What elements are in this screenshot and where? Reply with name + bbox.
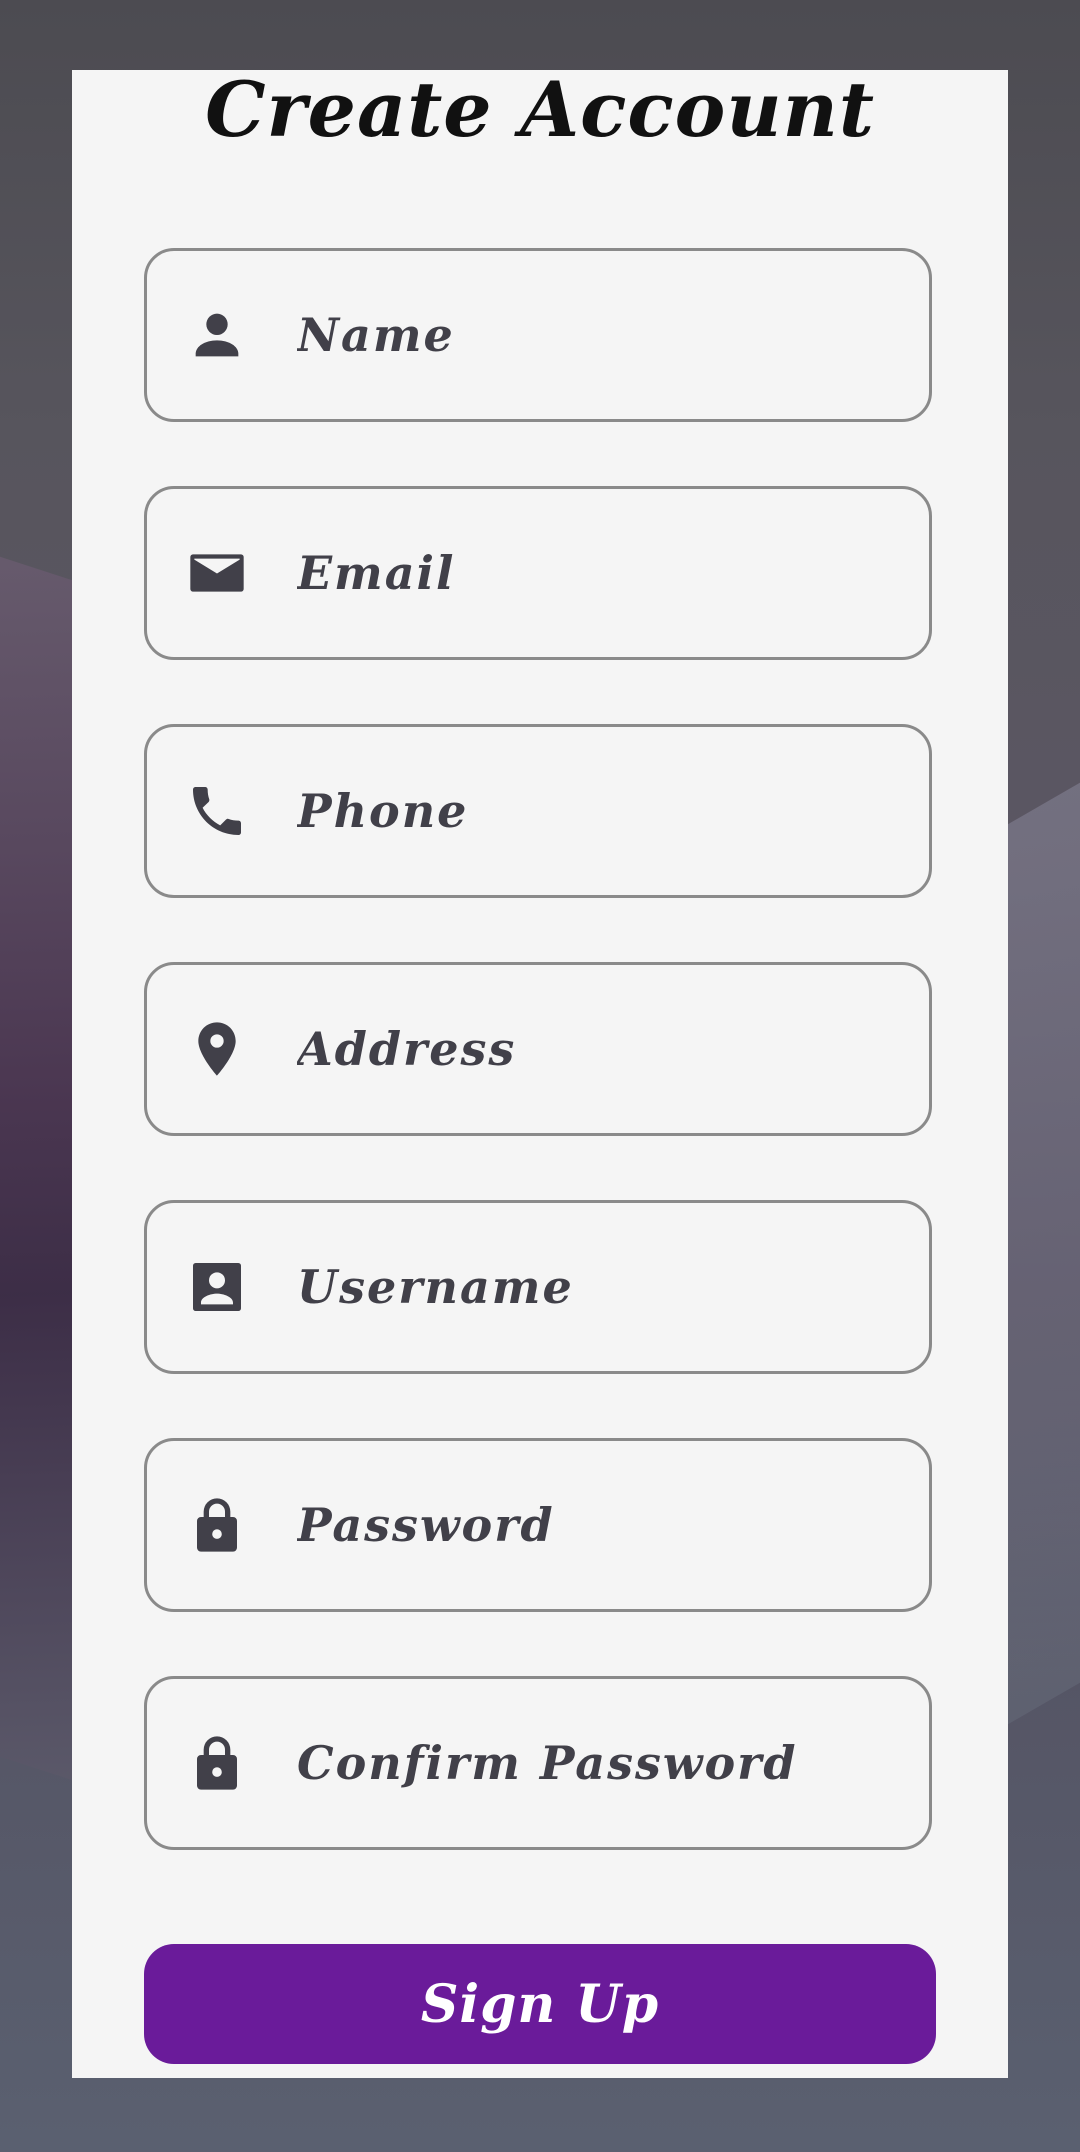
address-input[interactable] (297, 965, 897, 1133)
username-input[interactable] (297, 1203, 897, 1371)
address-field[interactable] (144, 962, 932, 1136)
signup-card: Create Account Name Email Phone Address … (72, 70, 1008, 2078)
phone-field[interactable] (144, 724, 932, 898)
name-field[interactable] (144, 248, 932, 422)
sign-up-button[interactable]: Sign Up (144, 1944, 936, 2064)
account-box-icon (185, 1255, 249, 1319)
username-field[interactable] (144, 1200, 932, 1374)
person-icon (185, 303, 249, 367)
email-input[interactable] (297, 489, 897, 657)
phone-icon (185, 779, 249, 843)
email-field[interactable] (144, 486, 932, 660)
name-input[interactable] (297, 251, 897, 419)
confirm-password-input[interactable] (297, 1679, 897, 1847)
page-title: Create Account (205, 65, 875, 154)
phone-input[interactable] (297, 727, 897, 895)
confirm-password-field[interactable] (144, 1676, 932, 1850)
lock-icon (185, 1493, 249, 1557)
password-field[interactable] (144, 1438, 932, 1612)
location-pin-icon (185, 1017, 249, 1081)
email-icon (185, 541, 249, 605)
lock-icon (185, 1731, 249, 1795)
password-input[interactable] (297, 1441, 897, 1609)
